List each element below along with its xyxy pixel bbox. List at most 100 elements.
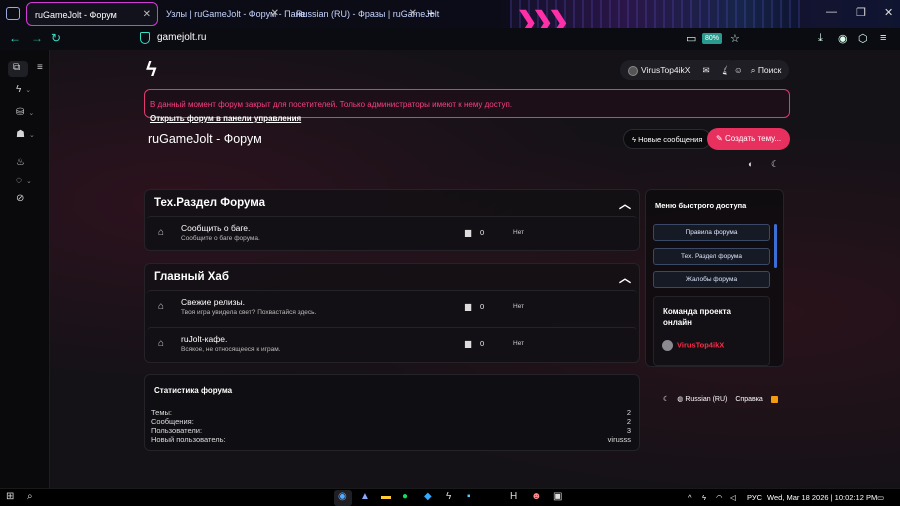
spotify-icon[interactable]: ● xyxy=(402,491,408,502)
tab-nodes[interactable]: Узлы | ruGameJolt - Форум - Пане ✕ xyxy=(158,2,306,26)
extensions-icon[interactable]: ⬡ xyxy=(858,32,868,45)
node-count: 0 xyxy=(480,302,485,311)
section-title: Тех.Раздел Форума xyxy=(154,197,265,209)
back-icon[interactable]: ← xyxy=(9,31,21,45)
rules-button[interactable]: Правила форума xyxy=(653,224,770,241)
footer-links: ☾ ◍ Russian (RU) Справка xyxy=(663,395,778,403)
forum-node[interactable]: ⌂ Свежие релизы. Твоя игра увидела свет?… xyxy=(147,290,637,323)
node-last-post: Нет xyxy=(513,340,525,347)
close-icon[interactable]: ✕ xyxy=(271,2,279,26)
volume-icon[interactable]: ◁ xyxy=(730,493,736,502)
site-logo-icon[interactable]: ϟ xyxy=(146,59,157,82)
windows-start-icon[interactable]: ⊞ xyxy=(6,491,14,502)
scrollbar[interactable] xyxy=(774,224,777,268)
new-posts-label: Новые сообщения xyxy=(638,135,703,144)
new-tab-button[interactable]: + xyxy=(427,5,435,21)
tabs-icon[interactable]: ⧉ xyxy=(13,62,20,73)
browser-app-icon[interactable]: ◉ xyxy=(338,491,347,502)
h-app-icon[interactable]: H xyxy=(510,491,517,502)
moon-icon[interactable]: ☾ xyxy=(663,395,669,403)
tech-section-button[interactable]: Тех. Раздел форума xyxy=(653,248,770,265)
address-bar: ← → ↻ gamejolt.ru ▭ 80% ☆ ⤓ ◉ ⬡ ≡ xyxy=(0,28,900,50)
language-selector[interactable]: ◍ Russian (RU) xyxy=(677,395,727,403)
maximize-icon[interactable]: ❐ xyxy=(856,6,866,19)
chevron-up-icon[interactable]: ^ xyxy=(688,493,692,502)
notice-message: В данный момент форум закрыт для посетит… xyxy=(150,100,513,109)
user-plus-icon[interactable]: ☺ xyxy=(734,65,743,75)
inbox-icon[interactable]: ✉ xyxy=(702,60,709,80)
ps-icon[interactable]: ▪ xyxy=(467,491,471,502)
node-title[interactable]: ruJolt-кафе. xyxy=(181,334,227,344)
team-title: Команда проекта онлайн xyxy=(663,307,731,327)
node-last-post: Нет xyxy=(513,303,525,310)
chevron-down-icon: ⌄ xyxy=(25,87,32,94)
zoom-badge[interactable]: 80% xyxy=(702,33,722,44)
screen-icon[interactable]: ▭ xyxy=(686,32,696,45)
stats-label: Пользователи: xyxy=(151,426,203,435)
hamburger-icon[interactable]: ≡ xyxy=(37,62,43,73)
complaints-button[interactable]: Жалобы форума xyxy=(653,271,770,288)
chevron-down-icon: ⌄ xyxy=(28,132,35,139)
tab-forum[interactable]: ruGameJolt - Форум ✕ xyxy=(26,2,158,26)
chevron-up-icon[interactable]: ︿ xyxy=(619,195,631,212)
wifi-icon[interactable]: ◠ xyxy=(716,493,723,502)
sidebar-item-bolt[interactable]: ϟ ⌄ xyxy=(16,84,31,95)
create-thread-button[interactable]: ✎ Создать тему... xyxy=(707,128,791,150)
open-forum-link[interactable]: Открыть форум в панели управления xyxy=(150,114,784,123)
messages-icon: ▆ xyxy=(465,228,472,237)
bolt-app-icon[interactable]: ϟ xyxy=(446,491,451,502)
bolt-tray-icon[interactable]: ϟ xyxy=(702,493,706,502)
rss-icon[interactable] xyxy=(770,395,778,403)
stats-title: Статистика форума xyxy=(154,386,233,395)
browser-sidebar: ⧉ ≡ ϟ ⌄ ⛁ ⌄ ☗ ⌄ ♨ ◌ ⌄ ⊘ xyxy=(0,50,50,488)
terminal-icon[interactable]: ▣ xyxy=(553,491,562,502)
contrast-icon[interactable]: ◐ xyxy=(748,159,753,169)
star-icon[interactable]: ☆ xyxy=(730,32,740,45)
hidden-eye-icon[interactable]: ⊘ xyxy=(16,193,24,204)
node-description: Всякое, не относящееся к играм. xyxy=(181,346,281,353)
user-account[interactable]: VirusTop4ikX xyxy=(628,60,690,80)
window-close-icon[interactable]: ✕ xyxy=(884,6,893,19)
search-button[interactable]: ☺ ⌕ Поиск xyxy=(726,60,790,80)
tab-phrases[interactable]: Russian (RU) - Фразы | ruGameJolt ✕ xyxy=(288,2,439,26)
sidebar-item-chat[interactable]: ◌ ⌄ xyxy=(16,175,32,186)
sidebar-item-cube[interactable]: ⛁ ⌄ xyxy=(16,107,34,118)
notifications-icon[interactable]: ▭ xyxy=(877,493,884,502)
clock[interactable]: Wed, Mar 18 2026 | 10:02:12 PM xyxy=(767,493,877,502)
minimize-icon[interactable]: — xyxy=(826,6,837,18)
account-icon[interactable]: ◉ xyxy=(838,32,848,45)
reload-icon[interactable]: ↻ xyxy=(51,31,61,45)
moon-icon[interactable]: ☾ xyxy=(771,159,779,170)
new-posts-button[interactable]: ϟ Новые сообщения xyxy=(623,129,712,149)
close-icon[interactable]: ✕ xyxy=(409,2,417,26)
download-icon[interactable]: ⤓ xyxy=(818,32,823,45)
section-title: Главный Хаб xyxy=(154,271,229,283)
node-title[interactable]: Свежие релизы. xyxy=(181,297,245,307)
section-header[interactable]: Тех.Раздел Форума ︿ xyxy=(145,190,639,216)
forum-section-hub: Главный Хаб ︿ ⌂ Свежие релизы. Твоя игра … xyxy=(144,263,640,363)
team-member-name: VirusTop4ikX xyxy=(677,340,725,350)
menu-icon[interactable]: ≡ xyxy=(880,32,886,44)
search-icon[interactable]: ⌕ xyxy=(27,491,33,502)
language-indicator[interactable]: РУС xyxy=(747,493,762,502)
browser-menu-icon[interactable] xyxy=(6,7,20,20)
node-description: Сообщите о баге форума. xyxy=(181,235,260,242)
fire-icon[interactable]: ♨ xyxy=(16,157,25,168)
folder-icon[interactable]: ▬ xyxy=(381,491,391,502)
forum-node[interactable]: ⌂ ruJolt-кафе. Всякое, не относящееся к … xyxy=(147,327,637,360)
help-link[interactable]: Справка xyxy=(735,396,762,403)
vscode-icon[interactable]: ◆ xyxy=(424,491,432,502)
section-header[interactable]: Главный Хаб ︿ xyxy=(145,264,639,290)
forward-icon[interactable]: → xyxy=(31,31,43,45)
node-title[interactable]: Сообщить о баге. xyxy=(181,223,250,233)
close-icon[interactable]: ✕ xyxy=(143,3,151,27)
forum-section-tech: Тех.Раздел Форума ︿ ⌂ Сообщить о баге. Со… xyxy=(144,189,640,251)
stats-value[interactable]: virusss xyxy=(608,435,631,444)
app-icon[interactable]: ▲ xyxy=(360,491,370,502)
chevron-up-icon[interactable]: ︿ xyxy=(619,269,631,286)
avatar-app-icon[interactable]: ☻ xyxy=(531,491,542,502)
forum-node[interactable]: ⌂ Сообщить о баге. Сообщите о баге форум… xyxy=(147,216,637,249)
team-member[interactable]: VirusTop4ikX xyxy=(662,340,724,351)
sidebar-item-users[interactable]: ☗ ⌄ xyxy=(16,129,35,140)
url-field[interactable]: gamejolt.ru xyxy=(157,32,206,43)
